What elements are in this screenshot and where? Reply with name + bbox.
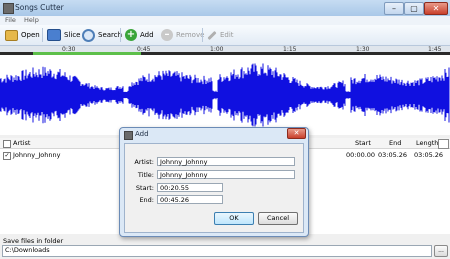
end-label: End: <box>139 196 154 204</box>
save-folder-path: C:\Downloads <box>5 246 50 254</box>
dialog-app-icon <box>124 131 133 140</box>
edit-button[interactable]: Edit <box>207 27 234 43</box>
save-folder-label: Save files in folder <box>3 237 64 245</box>
search-icon <box>82 28 95 42</box>
start-input[interactable]: 00:20.55 <box>157 183 223 192</box>
row-start: 00:00.00 <box>346 151 376 159</box>
menu-help[interactable]: Help <box>24 16 39 24</box>
folder-icon <box>5 29 18 41</box>
title-bar <box>0 0 450 17</box>
remove-button[interactable]: – Remove <box>161 27 204 43</box>
artist-input[interactable]: Johnny_Johnny <box>157 157 295 166</box>
open-button[interactable]: Open <box>5 27 40 43</box>
row-length: 03:05.26 <box>414 151 444 159</box>
waveform-path <box>0 63 450 127</box>
toolbar-separator <box>120 28 121 42</box>
end-input[interactable]: 00:45.26 <box>157 195 223 204</box>
toolbar-separator <box>202 28 203 42</box>
columns-menu-icon[interactable] <box>438 139 449 149</box>
edit-icon <box>207 30 217 40</box>
ok-button[interactable]: OK <box>214 212 254 225</box>
search-label: Search <box>98 31 123 39</box>
dialog-title: Add <box>135 130 149 138</box>
close-button[interactable]: ✕ <box>424 2 448 15</box>
title-input[interactable]: Johnny_Johnny <box>157 170 295 179</box>
toolbar-separator <box>42 28 43 42</box>
menu-bar <box>0 16 450 25</box>
app-icon <box>3 3 14 14</box>
maximize-button[interactable]: ▢ <box>404 2 424 15</box>
add-icon: + <box>125 29 137 41</box>
remove-icon: – <box>161 29 173 41</box>
add-label: Add <box>140 31 154 39</box>
slice-button[interactable]: Slice <box>47 27 81 43</box>
row-artist: Johnny_Johnny <box>13 151 61 159</box>
slice-icon <box>47 29 61 41</box>
search-button[interactable]: Search <box>82 27 122 43</box>
start-label: Start: <box>135 184 154 192</box>
row-checkbox[interactable]: ✓ <box>3 152 11 160</box>
window-title: Songs Cutter <box>15 3 64 12</box>
edit-label: Edit <box>220 31 234 39</box>
row-end: 03:05.26 <box>378 151 408 159</box>
save-folder-input[interactable] <box>2 245 432 257</box>
menu-file[interactable]: File <box>5 16 16 24</box>
column-start[interactable]: Start <box>355 139 371 147</box>
artist-label: Artist: <box>134 158 154 166</box>
column-end[interactable]: End <box>389 139 401 147</box>
waveform-view[interactable] <box>0 55 450 135</box>
column-artist[interactable]: Artist <box>13 139 30 147</box>
cancel-button[interactable]: Cancel <box>258 212 298 225</box>
open-label: Open <box>21 31 40 39</box>
minimize-button[interactable]: – <box>384 2 404 15</box>
waveform <box>0 63 450 127</box>
add-button[interactable]: + Add <box>125 27 154 43</box>
slice-label: Slice <box>64 31 81 39</box>
dialog-close-button[interactable]: ✕ <box>287 128 306 139</box>
column-length[interactable]: Length <box>416 139 438 147</box>
title-label: Title: <box>137 171 154 179</box>
select-all-checkbox[interactable] <box>3 140 11 148</box>
browse-button[interactable]: ... <box>434 245 448 257</box>
remove-label: Remove <box>176 31 205 39</box>
